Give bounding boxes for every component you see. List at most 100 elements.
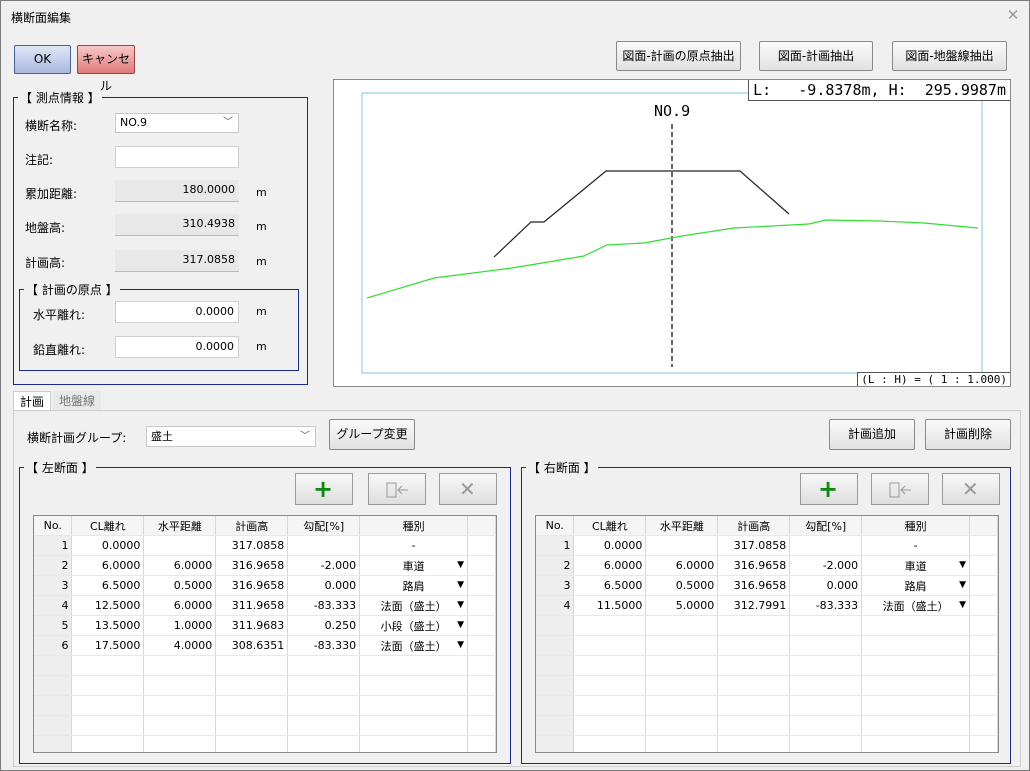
value-cell[interactable] [287,655,361,676]
value-cell[interactable]: 6.5000 [573,575,647,596]
value-cell[interactable] [573,695,647,716]
dropdown-arrow-icon[interactable]: ▼ [457,600,464,610]
value-cell[interactable]: 13.5000 [71,615,145,636]
table-row[interactable] [34,695,496,716]
value-cell[interactable] [71,695,145,716]
value-cell[interactable]: 312.7991 [717,595,791,616]
table-row[interactable]: 3 6.5000 0.5000 316.9658 0.000 路肩 ▼ [536,575,998,596]
kind-cell[interactable]: 車道 ▼ [861,555,971,576]
kind-cell[interactable] [861,695,971,716]
close-icon[interactable]: ✕ [1005,7,1021,23]
table-row[interactable]: 1 0.0000 317.0858 - [34,535,496,556]
value-cell[interactable] [573,715,647,736]
row-number-cell[interactable] [536,695,575,716]
value-cell[interactable] [645,535,719,556]
row-number-cell[interactable] [34,735,73,752]
kind-cell[interactable] [861,615,971,636]
table-row[interactable] [34,675,496,696]
dropdown-arrow-icon[interactable]: ▼ [457,620,464,630]
kind-cell[interactable]: 法面（盛土） ▼ [359,595,469,616]
row-number-cell[interactable] [536,715,575,736]
table-row[interactable]: 4 12.5000 6.0000 311.9658 -83.333 法面（盛土） ▼ [34,595,496,616]
value-cell[interactable]: 316.9658 [215,575,289,596]
value-cell[interactable] [789,675,863,696]
value-cell[interactable] [287,695,361,716]
row-number-cell[interactable] [34,655,73,676]
plan-group-select[interactable]: 盛土 ﹀ [146,426,316,447]
value-cell[interactable] [143,695,217,716]
value-cell[interactable] [645,735,719,752]
row-number-cell[interactable] [536,635,575,656]
extract-ground-button[interactable]: 図面-地盤線抽出 [892,41,1007,71]
value-cell[interactable] [573,635,647,656]
value-cell[interactable] [645,615,719,636]
row-number-cell[interactable]: 6 [34,635,73,656]
table-row[interactable]: 1 0.0000 317.0858 - [536,535,998,556]
row-number-cell[interactable]: 5 [34,615,73,636]
left-add-row-button[interactable]: + [295,473,353,505]
kind-cell[interactable]: 路肩 ▼ [861,575,971,596]
value-cell[interactable]: 17.5000 [71,635,145,656]
left-section-table[interactable]: No. CL離れ 水平距離 計画高 勾配[%] 種別 1 0.0000 317.0858-2 6… [33,515,497,753]
row-number-cell[interactable] [536,615,575,636]
kind-cell[interactable]: - [359,535,469,556]
value-cell[interactable] [143,655,217,676]
extract-origin-button[interactable]: 図面-計画の原点抽出 [616,41,741,71]
row-number-cell[interactable] [34,675,73,696]
dropdown-arrow-icon[interactable]: ▼ [457,640,464,650]
kind-cell[interactable]: 法面（盛土） ▼ [861,595,971,616]
value-cell[interactable]: -83.333 [789,595,863,616]
table-row[interactable]: 3 6.5000 0.5000 316.9658 0.000 路肩 ▼ [34,575,496,596]
dropdown-arrow-icon[interactable]: ▼ [457,580,464,590]
right-section-table[interactable]: No. CL離れ 水平距離 計画高 勾配[%] 種別 1 0.0000 317.0858-2 6… [535,515,999,753]
value-cell[interactable] [573,655,647,676]
kind-cell[interactable] [359,675,469,696]
value-cell[interactable]: 0.5000 [645,575,719,596]
value-cell[interactable] [645,695,719,716]
value-cell[interactable] [143,535,217,556]
row-number-cell[interactable]: 3 [536,575,575,596]
row-number-cell[interactable]: 4 [34,595,73,616]
extract-plan-button[interactable]: 図面-計画抽出 [759,41,873,71]
row-number-cell[interactable]: 4 [536,595,575,616]
kind-cell[interactable] [861,635,971,656]
table-row[interactable] [536,735,998,752]
value-cell[interactable] [71,735,145,752]
value-cell[interactable]: 316.9658 [717,555,791,576]
value-cell[interactable] [287,535,361,556]
value-cell[interactable] [215,695,289,716]
dropdown-arrow-icon[interactable]: ▼ [959,580,966,590]
value-cell[interactable]: -83.333 [287,595,361,616]
kind-cell[interactable]: 小段（盛土） ▼ [359,615,469,636]
table-row[interactable]: 2 6.0000 6.0000 316.9658 -2.000 車道 ▼ [536,555,998,576]
kind-cell[interactable]: - [861,535,971,556]
value-cell[interactable]: 0.000 [287,575,361,596]
value-cell[interactable] [789,535,863,556]
dropdown-arrow-icon[interactable]: ▼ [457,560,464,570]
value-cell[interactable] [143,675,217,696]
value-cell[interactable] [645,675,719,696]
value-cell[interactable]: 311.9683 [215,615,289,636]
value-cell[interactable] [215,675,289,696]
value-cell[interactable]: 316.9658 [215,555,289,576]
row-number-cell[interactable]: 1 [536,535,575,556]
kind-cell[interactable] [359,655,469,676]
station-name-select[interactable]: NO.9 ﹀ [115,113,239,133]
value-cell[interactable] [789,635,863,656]
value-cell[interactable] [573,615,647,636]
value-cell[interactable] [143,735,217,752]
value-cell[interactable]: 0.000 [789,575,863,596]
value-cell[interactable]: 5.0000 [645,595,719,616]
row-number-cell[interactable] [34,715,73,736]
value-cell[interactable] [789,655,863,676]
table-row[interactable] [34,715,496,736]
delete-plan-button[interactable]: 計画削除 [925,419,1011,450]
value-cell[interactable]: 0.250 [287,615,361,636]
value-cell[interactable]: 0.5000 [143,575,217,596]
table-row[interactable]: 4 11.5000 5.0000 312.7991 -83.333 法面（盛土） ▼ [536,595,998,616]
value-cell[interactable] [717,615,791,636]
value-cell[interactable] [573,675,647,696]
add-plan-button[interactable]: 計画追加 [829,419,915,450]
row-number-cell[interactable] [536,675,575,696]
value-cell[interactable] [143,715,217,736]
